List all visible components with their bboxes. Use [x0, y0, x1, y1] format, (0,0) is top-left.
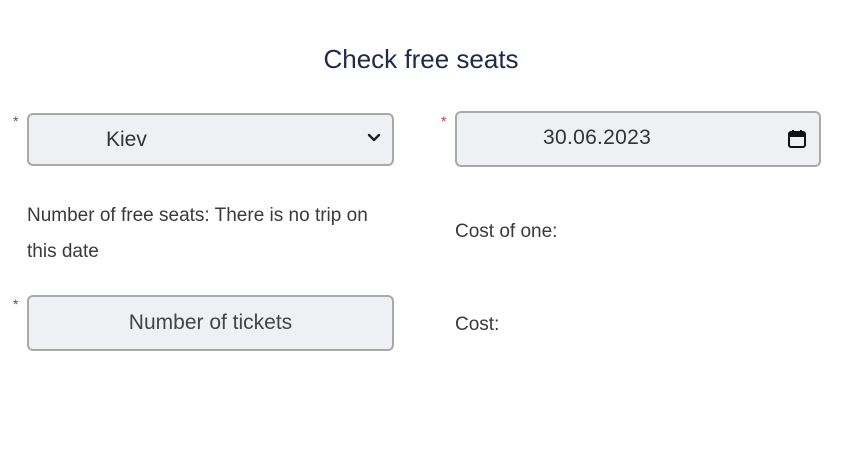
required-asterisk: *: [13, 296, 19, 312]
chevron-down-icon: [367, 133, 381, 142]
free-seats-text: Number of free seats: There is no trip o…: [27, 205, 368, 262]
city-select[interactable]: Kiev: [27, 113, 394, 166]
tickets-input[interactable]: Number of tickets: [27, 295, 394, 351]
calendar-icon[interactable]: [787, 129, 807, 149]
cost-of-one-label: Cost of one:: [455, 221, 558, 242]
date-input-value: 30.06.2023: [543, 126, 652, 149]
required-asterisk: *: [441, 113, 447, 129]
page-title: Check free seats: [323, 44, 519, 74]
tickets-input-placeholder: Number of tickets: [128, 311, 293, 334]
date-input[interactable]: 30.06.2023: [455, 111, 821, 167]
cost-label: Cost:: [455, 314, 500, 335]
city-select-value: Kiev: [106, 128, 147, 151]
required-asterisk: *: [13, 113, 19, 129]
